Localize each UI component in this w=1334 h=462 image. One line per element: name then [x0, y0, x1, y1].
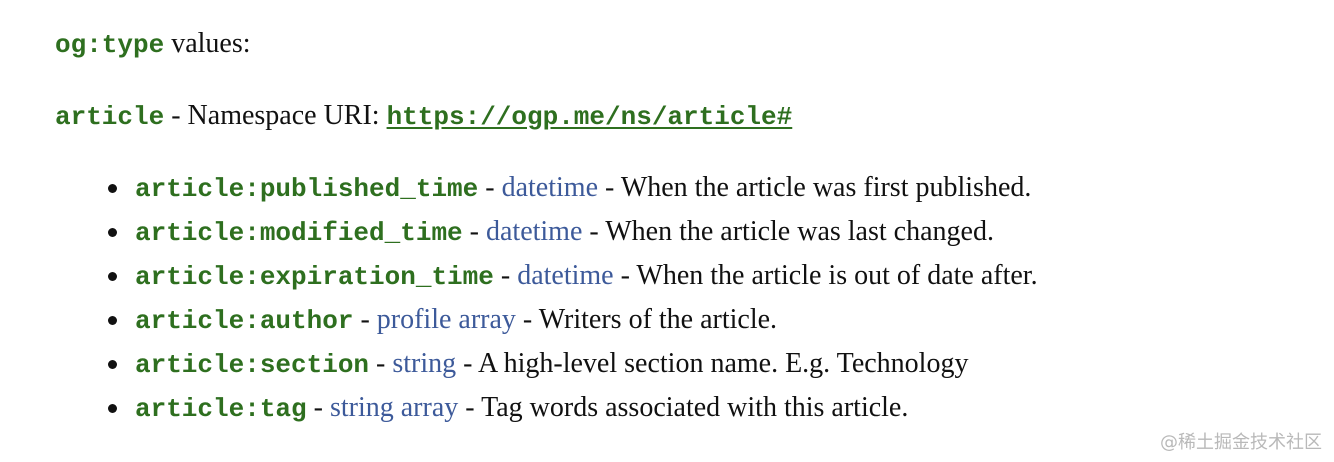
property-type: datetime	[485, 216, 583, 247]
property-description: A high-level section name. E.g. Technolo…	[477, 348, 969, 379]
property-separator: -	[353, 304, 377, 335]
article-namespace-code: article	[55, 102, 165, 132]
list-item: article:author - profile array - Writers…	[108, 300, 1038, 344]
property-description: Tag words associated with this article.	[481, 392, 909, 423]
property-separator: -	[306, 392, 330, 423]
property-description: When the article was last changed.	[605, 216, 994, 247]
bullet-icon	[108, 316, 117, 325]
property-separator: -	[369, 348, 393, 379]
article-properties-list: article:published_time - datetime - When…	[108, 168, 1038, 432]
watermark-text: @稀土掘金技术社区	[1160, 432, 1322, 453]
list-item: article:modified_time - datetime - When …	[108, 212, 1038, 256]
property-name: article:section	[135, 350, 370, 380]
bullet-icon	[108, 272, 117, 281]
property-name: article:author	[135, 306, 354, 336]
property-separator: -	[462, 216, 486, 247]
property-separator: -	[613, 260, 637, 291]
property-description: When the article is out of date after.	[636, 260, 1038, 291]
property-type: datetime	[501, 172, 598, 203]
list-item: article:published_time - datetime - When…	[108, 168, 1038, 212]
list-item: article:expiration_time - datetime - Whe…	[108, 256, 1038, 300]
og-type-code: og:type	[55, 30, 165, 60]
bullet-icon	[108, 184, 117, 193]
bullet-icon	[108, 228, 117, 237]
property-separator: -	[458, 392, 482, 423]
namespace-uri-link[interactable]: https://ogp.me/ns/article#	[387, 102, 793, 132]
list-item: article:tag - string array - Tag words a…	[108, 388, 1038, 432]
property-description: When the article was first published.	[620, 172, 1032, 203]
og-type-heading: og:type values:	[55, 24, 251, 68]
namespace-separator-text: - Namespace URI:	[164, 100, 387, 131]
property-separator: -	[515, 304, 539, 335]
list-item: article:section - string - A high-level …	[108, 344, 1038, 388]
property-name: article:published_time	[135, 174, 479, 204]
bullet-icon	[108, 404, 117, 413]
property-type: profile array	[376, 304, 516, 335]
property-type: string array	[329, 392, 459, 423]
article-namespace-line: article - Namespace URI: https://ogp.me/…	[55, 96, 792, 140]
property-separator: -	[478, 172, 502, 203]
property-name: article:tag	[135, 394, 307, 424]
property-name: article:expiration_time	[135, 262, 494, 292]
property-separator: -	[493, 260, 518, 291]
property-description: Writers of the article.	[538, 304, 778, 335]
bullet-icon	[108, 360, 117, 369]
property-separator: -	[456, 348, 478, 379]
property-separator: -	[598, 172, 621, 203]
og-type-heading-text: values:	[164, 28, 251, 59]
property-type: datetime	[517, 260, 614, 291]
property-name: article:modified_time	[135, 218, 463, 248]
property-type: string	[392, 348, 457, 379]
property-separator: -	[582, 216, 606, 247]
